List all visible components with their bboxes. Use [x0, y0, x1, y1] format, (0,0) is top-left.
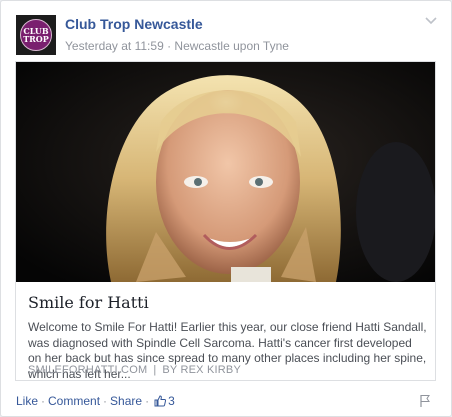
link-title[interactable]: Smile for Hatti	[28, 293, 149, 312]
link-domain[interactable]: SMILEFORHATTI.COM	[28, 364, 147, 376]
logo-text-trop: TROP	[23, 34, 49, 44]
post-card: CLUB TROP Club Trop Newcastle Yesterday …	[0, 0, 452, 417]
post-header: CLUB TROP Club Trop Newcastle Yesterday …	[16, 15, 439, 57]
link-author[interactable]: BY REX KIRBY	[162, 364, 241, 376]
portrait-photo	[16, 62, 435, 282]
like-count[interactable]: 3	[168, 394, 175, 408]
comment-button[interactable]: Comment	[48, 394, 100, 408]
post-meta: Yesterday at 11:59 · Newcastle upon Tyne	[65, 39, 289, 53]
link-preview[interactable]: Smile for Hatti Welcome to Smile For Hat…	[15, 61, 436, 381]
post-timestamp[interactable]: Yesterday at 11:59	[65, 39, 164, 53]
post-location[interactable]: Newcastle upon Tyne	[174, 39, 289, 53]
link-source: SMILEFORHATTI.COM | BY REX KIRBY	[28, 364, 241, 376]
share-button[interactable]: Share	[110, 394, 142, 408]
chevron-down-icon[interactable]	[425, 17, 437, 25]
action-dot: ·	[41, 394, 46, 408]
action-dot: ·	[145, 394, 150, 408]
like-button[interactable]: Like	[16, 394, 38, 408]
flag-icon[interactable]	[419, 394, 431, 408]
thumbs-up-icon[interactable]	[154, 395, 167, 407]
post-actions: Like · Comment · Share · 3	[16, 394, 439, 410]
source-divider: |	[153, 364, 157, 376]
link-image[interactable]	[16, 62, 435, 282]
avatar[interactable]: CLUB TROP	[16, 15, 56, 55]
meta-separator: ·	[163, 39, 175, 53]
club-trop-logo: CLUB TROP	[20, 19, 52, 51]
action-dot: ·	[103, 394, 108, 408]
page-name-link[interactable]: Club Trop Newcastle	[65, 16, 203, 32]
